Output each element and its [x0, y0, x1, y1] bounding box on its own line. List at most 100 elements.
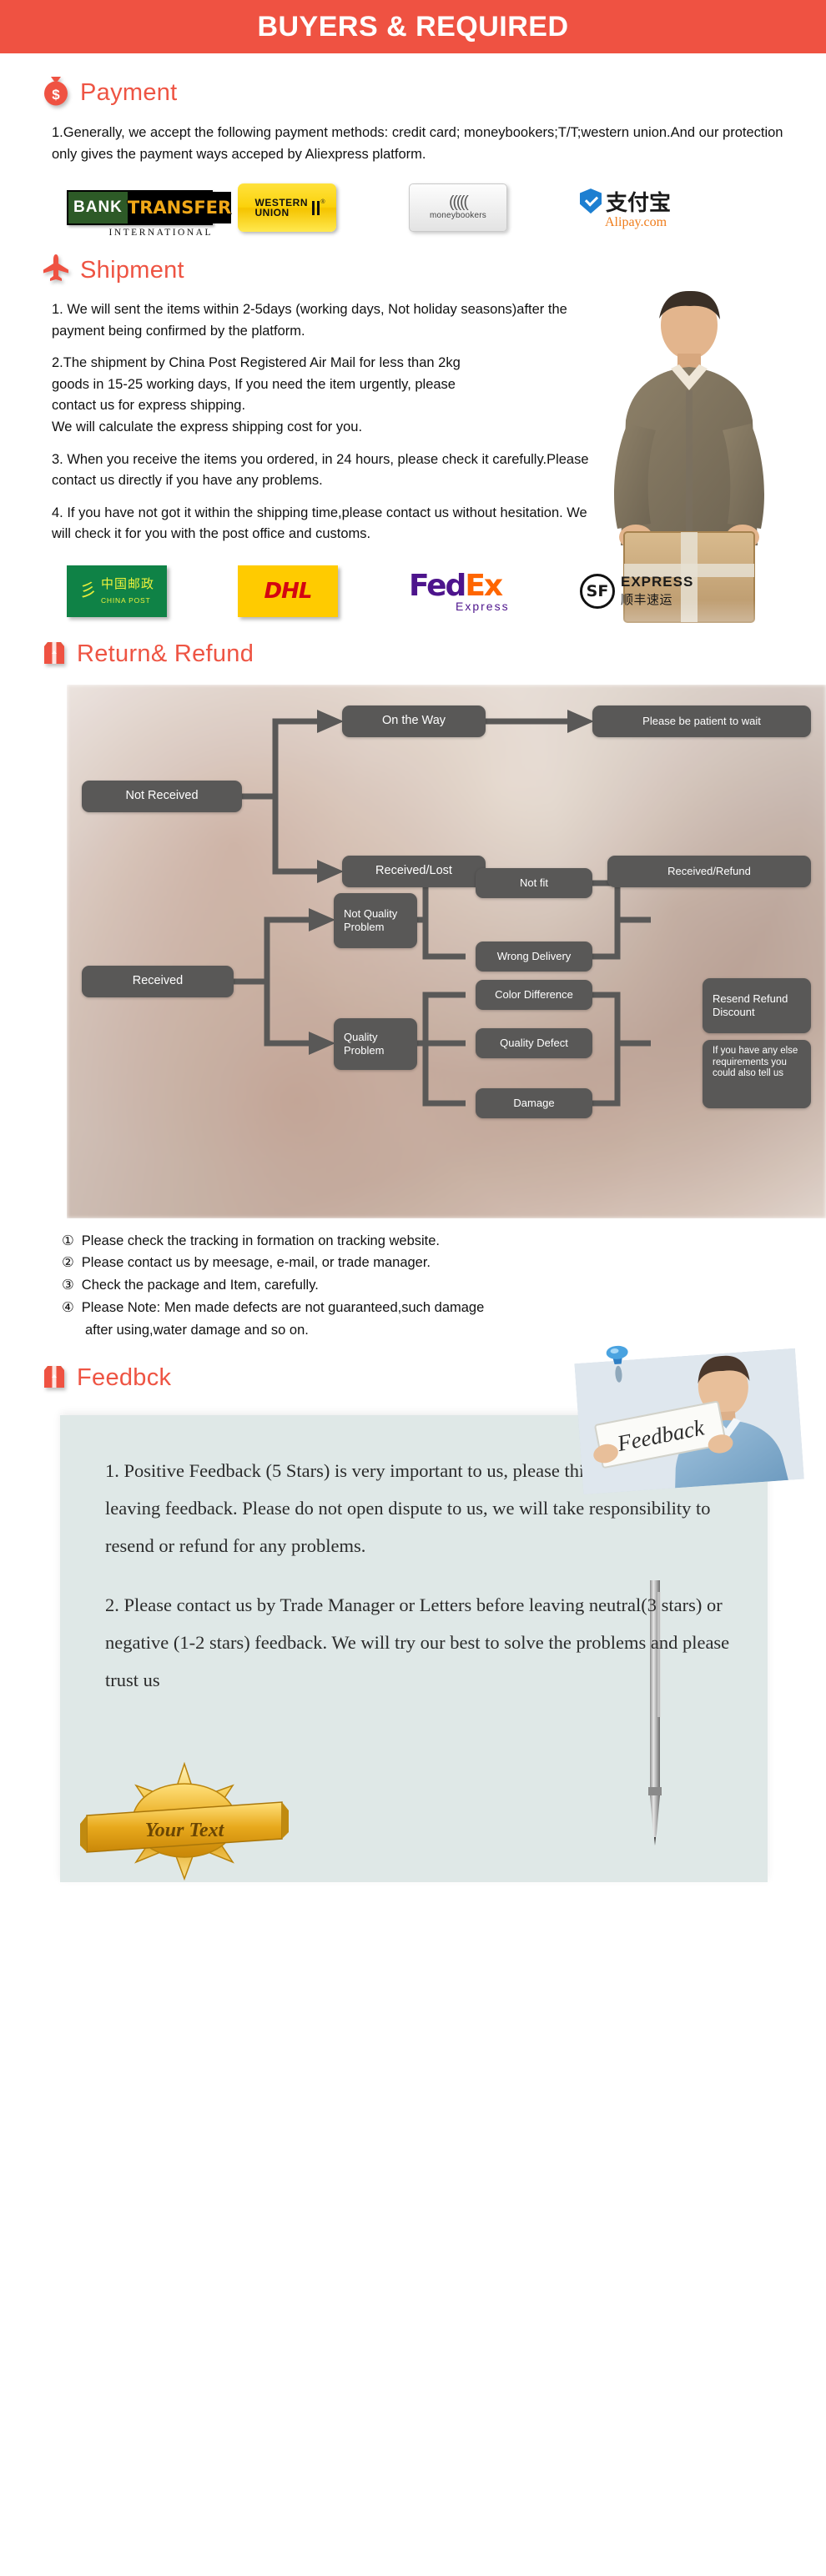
woman-holding-feedback-sign-photo: Feedback	[573, 1333, 804, 1495]
shipment-paragraph-1: 1. We will sent the items within 2-5days…	[52, 302, 567, 339]
alipay-logo: 支付宝 Alipay.com	[580, 186, 671, 230]
shipment-paragraph-2: 2.The shipment by China Post Registered …	[52, 353, 602, 438]
fedex-logo: FedEx Express	[409, 569, 510, 613]
shipment-paragraph-4: 4. If you have not got it within the shi…	[52, 505, 587, 542]
sf-badge: SF	[580, 573, 615, 609]
flow-node-received-refund-label: Received/Refund	[667, 864, 751, 877]
flow-node-quality-problem: Quality Problem	[334, 1017, 417, 1070]
payment-heading-label: Payment	[80, 79, 178, 106]
returns-note-3: ③ Check the package and Item, carefully.	[62, 1274, 793, 1297]
flow-node-received: Received	[82, 965, 234, 997]
page-header-banner: BUYERS & REQUIRED	[0, 0, 826, 53]
shipment-section: Shipment 1. We will sent the items withi…	[0, 254, 826, 670]
flow-node-received-lost-label: Received/Lost	[375, 863, 452, 877]
dhl-label: DHL	[264, 578, 313, 604]
flow-node-on-the-way-label: On the Way	[381, 713, 446, 727]
shipment-paragraph-2-line4: We will calculate the express shipping c…	[52, 419, 363, 434]
shipment-heading-row: Shipment	[42, 254, 793, 288]
shipment-heading-label: Shipment	[80, 257, 184, 284]
page-title: BUYERS & REQUIRED	[257, 10, 569, 43]
moneybookers-arcs-icon: (((((	[449, 193, 469, 211]
shipment-paragraph-2-line1: 2.The shipment by China Post Registered …	[52, 355, 461, 371]
returns-flowchart: Not Received On the Way Please be patien…	[67, 684, 826, 1218]
alipay-shield-icon	[580, 188, 602, 214]
western-union-registered-mark: ®	[320, 198, 325, 205]
flow-node-damage: Damage	[476, 1087, 592, 1118]
shipment-logo-slot-4: SF EXPRESS 顺丰速运	[580, 573, 751, 609]
bank-transfer-international-logo: BANK TRANSFER INTERNATIONAL	[67, 190, 232, 238]
shipment-logos-row: 彡 中国邮政 CHINA POST DHL FedEx Express SF E…	[67, 565, 793, 617]
flow-node-damage-label: Damage	[513, 1096, 555, 1109]
china-post-logo: 彡 中国邮政 CHINA POST	[67, 565, 167, 617]
flow-node-tell-us-label: If you have any else requirements you co…	[713, 1045, 798, 1079]
payment-body: 1.Generally, we accept the following pay…	[52, 123, 793, 165]
returns-note-1: ① Please check the tracking in formation…	[62, 1230, 793, 1253]
returns-note-4-number: ④	[62, 1299, 74, 1315]
payment-section: $ Payment 1.Generally, we accept the fol…	[0, 75, 826, 238]
returns-note-1-number: ①	[62, 1233, 74, 1248]
flowchart-connectors	[234, 709, 651, 1107]
moneybookers-label: moneybookers	[430, 210, 486, 220]
moneybookers-logo: ((((( moneybookers	[409, 183, 507, 233]
feedback-heading-label: Feedbck	[77, 1364, 172, 1392]
your-text-star-badge: Your Text	[80, 1759, 289, 1884]
shipment-paragraph-3: 3. When you receive the items you ordere…	[52, 451, 589, 489]
fedex-part1: Fed	[409, 569, 466, 604]
shipment-paragraph-2-line3: contact us for express shipping.	[52, 398, 246, 414]
china-post-mark-icon: 彡	[78, 580, 97, 601]
flow-node-received-refund: Received/Refund	[607, 855, 811, 887]
flow-node-resend-refund-discount: Resend Refund Discount	[703, 977, 811, 1033]
flow-node-color-difference-label: Color Difference	[495, 987, 573, 1001]
payment-logo-slot-3: ((((( moneybookers	[409, 183, 580, 233]
shipment-body: 1. We will sent the items within 2-5days…	[52, 299, 602, 545]
payment-logo-slot-2: WESTERN UNION ®	[238, 183, 409, 233]
flow-node-not-received: Not Received	[82, 780, 242, 812]
returns-note-4-continued: after using,water damage and so on.	[85, 1322, 309, 1338]
shipment-logo-slot-2: DHL	[238, 565, 409, 617]
payment-logo-slot-1: BANK TRANSFER INTERNATIONAL	[67, 190, 238, 238]
flow-node-please-be-patient: Please be patient to wait	[592, 705, 811, 737]
china-post-english-label: CHINA POST	[100, 596, 151, 605]
western-union-line2: UNION	[254, 207, 290, 219]
returns-note-2-text: Please contact us by meesage, e-mail, or…	[81, 1255, 431, 1271]
returns-note-3-number: ③	[62, 1278, 74, 1293]
gift-box-icon	[42, 639, 67, 670]
payment-logos-row: BANK TRANSFER INTERNATIONAL WESTERN UNIO…	[67, 183, 793, 238]
flow-node-not-quality-problem-label: Not Quality Problem	[344, 906, 398, 933]
western-union-logo: WESTERN UNION ®	[238, 183, 336, 233]
shipment-logo-slot-1: 彡 中国邮政 CHINA POST	[67, 565, 238, 617]
flow-node-not-fit-label: Not fit	[520, 876, 548, 889]
feedback-section: Feedbck Feedback 1. Positive Feedback (5…	[0, 1346, 826, 1884]
flow-node-tell-us: If you have any else requirements you co…	[703, 1039, 811, 1108]
returns-heading-row: Return& Refund	[42, 639, 793, 670]
flow-node-received-lost: Received/Lost	[342, 855, 486, 887]
payment-paragraph-1: 1.Generally, we accept the following pay…	[52, 125, 783, 162]
bank-transfer-line1: BANK	[73, 198, 123, 217]
flow-node-resend-refund-discount-label: Resend Refund Discount	[713, 992, 788, 1018]
seller-policy-page: BUYERS & REQUIRED $ Payment 1.Generally,…	[0, 0, 826, 1916]
flow-node-not-fit: Not fit	[476, 867, 592, 898]
sf-chinese-label: 顺丰速运	[621, 592, 673, 608]
returns-heading-label: Return& Refund	[77, 640, 254, 667]
page-footer-spacer	[0, 1882, 826, 1916]
airplane-icon	[42, 254, 70, 288]
flow-node-not-quality-problem: Not Quality Problem	[334, 892, 417, 948]
returns-note-4-text: Please Note: Men made defects are not gu…	[81, 1299, 485, 1315]
payment-heading-row: $ Payment	[42, 75, 793, 111]
flow-node-wrong-delivery-label: Wrong Delivery	[496, 949, 572, 962]
alipay-chinese-label: 支付宝	[606, 190, 672, 216]
western-union-bars-icon: ®	[312, 199, 325, 215]
flow-node-quality-problem-label: Quality Problem	[344, 1030, 385, 1057]
returns-note-2-number: ②	[62, 1255, 74, 1271]
money-bag-icon: $	[42, 75, 70, 111]
fedex-part2: Ex	[465, 569, 503, 604]
gift-box-icon	[42, 1363, 67, 1393]
returns-section: Return& Refund Not Received On the Way P…	[0, 639, 826, 1342]
feedback-paragraph-2: 2. Please contact us by Trade Manager or…	[105, 1594, 730, 1691]
flow-node-quality-defect: Quality Defect	[476, 1027, 592, 1058]
returns-note-4: ④ Please Note: Men made defects are not …	[62, 1297, 793, 1319]
returns-note-3-text: Check the package and Item, carefully.	[81, 1278, 319, 1293]
returns-note-1-text: Please check the tracking in formation o…	[81, 1233, 441, 1248]
returns-note-2: ② Please contact us by meesage, e-mail, …	[62, 1252, 793, 1274]
sf-express-logo: SF EXPRESS 顺丰速运	[580, 573, 693, 609]
